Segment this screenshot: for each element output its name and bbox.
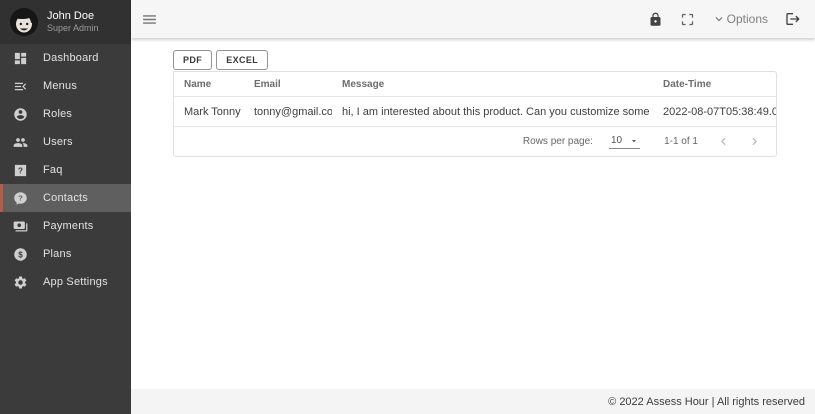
fullscreen-icon	[680, 12, 695, 27]
column-header-message: Message	[332, 72, 653, 97]
column-header-date-time: Date-Time	[653, 72, 776, 97]
sidebar-item-faq[interactable]: ? Faq	[0, 156, 131, 184]
sidebar-item-dashboard[interactable]: Dashboard	[0, 44, 131, 72]
sidebar-item-contacts[interactable]: ? Contacts	[0, 184, 131, 212]
options-dropdown[interactable]: Options	[712, 12, 768, 26]
excel-export-button[interactable]: EXCEL	[216, 50, 268, 70]
monetization-icon: $	[13, 247, 28, 262]
chevron-down-icon	[712, 12, 726, 26]
next-page-button[interactable]	[747, 134, 762, 149]
pagination-nav	[716, 134, 762, 149]
svg-text:?: ?	[18, 166, 23, 175]
user-role: Super Admin	[47, 23, 99, 34]
rows-per-page-label: Rows per page:	[523, 136, 593, 147]
sidebar-menu: Dashboard Menus Roles	[0, 44, 131, 414]
user-info: John Doe Super Admin	[47, 10, 99, 34]
table-header-row: Name Email Message Date-Time	[174, 72, 776, 97]
sidebar-item-label: Faq	[43, 164, 63, 176]
pdf-export-button[interactable]: PDF	[173, 50, 212, 70]
sidebar-toggle-button[interactable]	[141, 11, 158, 28]
rows-per-page-select[interactable]: 10	[609, 135, 640, 149]
faq-icon: ?	[13, 163, 28, 178]
sidebar-item-label: Plans	[43, 248, 72, 260]
pagination-range-label: 1-1 of 1	[664, 136, 698, 147]
sidebar-item-app-settings[interactable]: App Settings	[0, 268, 131, 296]
copyright-text: © 2022 Assess Hour | All rights reserved	[608, 396, 805, 408]
logout-button[interactable]	[785, 11, 801, 27]
payments-icon	[13, 219, 28, 234]
avatar	[10, 8, 38, 36]
sidebar: John Doe Super Admin Dashboard Menus	[0, 0, 131, 414]
sidebar-item-plans[interactable]: $ Plans	[0, 240, 131, 268]
sidebar-item-label: Contacts	[43, 192, 88, 204]
sidebar-item-roles[interactable]: Roles	[0, 100, 131, 128]
contacts-table-card: Name Email Message Date-Time Mark Tonny …	[173, 71, 777, 157]
content: PDF EXCEL Name Email Message Date-Time	[131, 38, 815, 389]
lock-button[interactable]	[648, 12, 663, 27]
svg-text:$: $	[18, 250, 23, 259]
rows-per-page-value: 10	[611, 135, 622, 146]
topbar-actions: Options	[648, 11, 801, 27]
sidebar-item-label: Dashboard	[43, 52, 99, 64]
dashboard-icon	[13, 51, 28, 66]
sidebar-item-label: Roles	[43, 108, 72, 120]
sidebar-item-label: Menus	[43, 80, 77, 92]
user-name: John Doe	[47, 10, 99, 23]
pagination-bar: Rows per page: 10 1-1 of 1	[174, 127, 776, 156]
topbar: Options	[131, 0, 815, 38]
logout-icon	[785, 11, 801, 27]
cell-email: tonny@gmail.com	[244, 97, 332, 127]
roles-icon	[13, 107, 28, 122]
app-root: John Doe Super Admin Dashboard Menus	[0, 0, 815, 414]
cell-name: Mark Tonny	[174, 97, 244, 127]
table-row[interactable]: Mark Tonny tonny@gmail.com hi, I am inte…	[174, 97, 776, 127]
users-group-icon	[13, 135, 28, 150]
hamburger-icon	[141, 11, 158, 28]
sidebar-item-menus[interactable]: Menus	[0, 72, 131, 100]
column-header-email: Email	[244, 72, 332, 97]
previous-page-button[interactable]	[716, 134, 731, 149]
column-header-name: Name	[174, 72, 244, 97]
cell-date-time: 2022-08-07T05:38:49.019355	[653, 97, 776, 127]
cell-message: hi, I am interested about this product. …	[332, 97, 653, 127]
sidebar-item-payments[interactable]: Payments	[0, 212, 131, 240]
lock-icon	[648, 12, 663, 27]
active-indicator	[0, 184, 3, 212]
footer: © 2022 Assess Hour | All rights reserved	[131, 389, 815, 414]
sidebar-item-label: Users	[43, 136, 73, 148]
fullscreen-button[interactable]	[680, 12, 695, 27]
settings-gear-icon	[13, 275, 28, 290]
options-label: Options	[727, 12, 768, 26]
menu-open-icon	[13, 79, 28, 94]
sidebar-item-label: Payments	[43, 220, 94, 232]
svg-text:?: ?	[18, 193, 23, 202]
sidebar-item-label: App Settings	[43, 276, 108, 288]
export-toolbar: PDF EXCEL	[173, 50, 777, 70]
sidebar-item-users[interactable]: Users	[0, 128, 131, 156]
dropdown-arrow-icon	[629, 136, 639, 146]
main-area: Options PDF EXCEL Name Email	[131, 0, 815, 414]
contact-support-icon: ?	[13, 191, 28, 206]
user-panel: John Doe Super Admin	[0, 0, 131, 44]
contacts-table: Name Email Message Date-Time Mark Tonny …	[174, 72, 776, 127]
